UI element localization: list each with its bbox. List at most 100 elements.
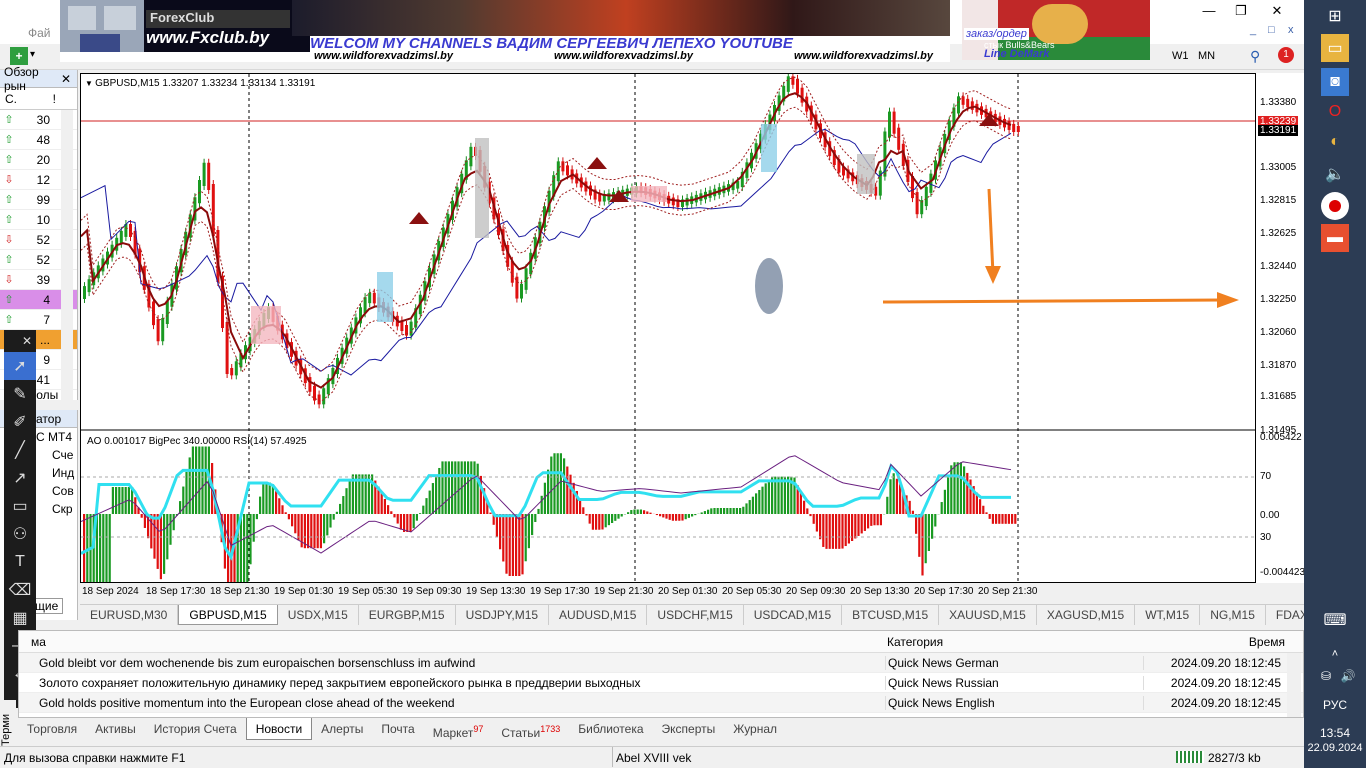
ao-bar (873, 514, 876, 526)
news-row[interactable]: Gold bleibt vor dem wochenende bis zum e… (19, 653, 1303, 673)
pencil-icon[interactable]: ✎ (4, 380, 36, 408)
ao-bar (863, 514, 866, 531)
navigator-item[interactable]: Инд (52, 464, 77, 482)
chart-header-text: GBPUSD,M15 1.33207 1.33234 1.33134 1.331… (95, 78, 316, 89)
menu-file[interactable]: Фай (28, 26, 51, 40)
col-category[interactable]: Категория (885, 635, 1155, 649)
ao-bar (815, 514, 818, 532)
close-icon[interactable]: ✕ (61, 72, 71, 86)
text-icon[interactable]: T (4, 548, 36, 576)
symbol-tab[interactable]: XAGUSD,M15 (1037, 605, 1136, 625)
symbol-tab[interactable]: EURGBP,M15 (359, 605, 456, 625)
keyboard-icon[interactable]: ⌨ (1321, 606, 1349, 634)
terminal-tab[interactable]: Журнал (724, 718, 786, 740)
tf-mn-button[interactable]: MN (1198, 50, 1215, 62)
windows-start-icon[interactable]: ⊞ (1321, 2, 1349, 30)
symbol-tab[interactable]: BTCUSD,M15 (842, 605, 940, 625)
news-subject: Золото сохраняет положительную динамику … (39, 675, 641, 690)
symbol-tab[interactable]: USDX,M15 (278, 605, 359, 625)
symbol-tab[interactable]: USDCHF,M15 (647, 605, 744, 625)
ao-bar (940, 502, 943, 514)
clock-date[interactable]: 22.09.2024 (1304, 742, 1366, 754)
tf-w1-button[interactable]: W1 (1172, 50, 1189, 62)
market-watch-scrollbar[interactable] (61, 110, 73, 400)
ao-bar (655, 514, 658, 516)
folder-icon[interactable]: ▭ (1321, 34, 1349, 62)
volume-icon[interactable]: 🔊 (1334, 662, 1362, 690)
terminal-tab[interactable]: Эксперты (653, 718, 725, 740)
app-red-icon[interactable]: ▬ (1321, 224, 1349, 252)
alerts-badge[interactable]: 1 (1278, 47, 1294, 63)
ao-bar (563, 458, 566, 514)
terminal-tab[interactable]: Активы (86, 718, 145, 740)
col-time[interactable]: Время (1155, 635, 1285, 649)
symbol-tab[interactable]: XAUUSD,M15 (939, 605, 1037, 625)
news-subject: Gold bleibt vor dem wochenende bis zum e… (39, 655, 476, 670)
terminal-tab[interactable]: Торговля (18, 718, 86, 740)
news-scrollbar[interactable] (1287, 653, 1301, 717)
candle-body (924, 186, 928, 207)
terminal-tab[interactable]: Алерты (312, 718, 372, 740)
news-row[interactable]: Gold holds positive momentum into the Eu… (19, 693, 1303, 713)
app-icon[interactable]: ◙ (1321, 68, 1349, 96)
ao-bar (201, 446, 204, 514)
terminal-tab[interactable]: Библиотека (569, 718, 652, 740)
terminal-tab[interactable]: Маркет97 (424, 718, 493, 740)
symbol-tab[interactable]: WT,M15 (1135, 605, 1201, 625)
inner-maximize-button[interactable]: □ (1268, 24, 1275, 36)
arrow-head-icon (985, 266, 1001, 284)
banner-ad[interactable]: ForexClub www.Fxclub.by WELCOM MY CHANNE… (60, 0, 950, 62)
checker-icon[interactable]: ▦ (4, 604, 36, 632)
time-tick-label: 19 Sep 13:30 (466, 586, 526, 597)
new-order-icon[interactable]: + (10, 47, 28, 65)
symbol-tab[interactable]: USDJPY,M15 (456, 605, 550, 625)
speaker-icon[interactable]: 🔈 (1321, 160, 1349, 188)
restore-button[interactable]: ❐ (1226, 2, 1256, 20)
paint-icon[interactable]: ◐ (1321, 128, 1349, 156)
clock-time[interactable]: 13:54 (1304, 726, 1366, 740)
cursor-icon[interactable]: ➚ (4, 352, 36, 380)
ao-bar (764, 483, 767, 514)
drawn-arrow-down (987, 188, 995, 275)
row-value: 48 (36, 132, 50, 147)
chart-area[interactable]: ▼ GBPUSD,M15 1.33207 1.33234 1.33134 1.3… (80, 72, 1256, 584)
price-chart[interactable] (80, 72, 1255, 584)
shapes-icon[interactable]: ⚇ (4, 520, 36, 548)
terminal-tab[interactable]: Почта (372, 718, 423, 740)
record-icon[interactable] (1321, 192, 1349, 220)
inner-close-button[interactable]: x (1288, 24, 1294, 36)
terminal-tab[interactable]: Статьи1733 (492, 718, 569, 740)
col-value[interactable]: ! (22, 92, 56, 106)
symbol-tab[interactable]: GBPUSD,M15 (178, 605, 278, 625)
marker-icon[interactable]: ✐ (4, 408, 36, 436)
terminal-tab[interactable]: История Счета (145, 718, 246, 740)
col-subject[interactable]: ма (19, 635, 885, 649)
navigator-item[interactable]: Сче (52, 446, 77, 464)
symbol-tab[interactable]: AUDUSD,M15 (549, 605, 648, 625)
minimize-button[interactable]: — (1194, 2, 1224, 20)
row-value: 7 (43, 312, 50, 327)
news-row[interactable]: Золото сохраняет положительную динамику … (19, 673, 1303, 693)
close-icon[interactable]: ✕ (4, 330, 36, 352)
rectangle-icon[interactable]: ▭ (4, 492, 36, 520)
line-icon[interactable]: ╱ (4, 436, 36, 464)
navigator-item[interactable]: Скр (52, 500, 77, 518)
symbol-tab[interactable]: USDCAD,M15 (744, 605, 843, 625)
inner-minimize-button[interactable]: _ (1250, 24, 1256, 36)
terminal-tab[interactable]: Новости (245, 718, 313, 740)
language-indicator[interactable]: РУС (1304, 698, 1366, 712)
ao-bar (495, 514, 498, 538)
arrow-line-icon[interactable]: ↗ (4, 464, 36, 492)
ao-bar (636, 509, 639, 514)
symbol-tab[interactable]: NG,M15 (1200, 605, 1266, 625)
opera-icon[interactable]: O (1321, 98, 1349, 126)
ao-bar (953, 462, 956, 514)
col-symbol[interactable]: С. (0, 92, 22, 106)
dropdown-icon[interactable]: ▾ (30, 49, 35, 60)
ao-bar (553, 453, 556, 514)
search-icon[interactable]: ⚲ (1250, 48, 1260, 65)
close-button[interactable]: ✕ (1262, 2, 1292, 20)
symbol-tab[interactable]: EURUSD,M30 (80, 605, 179, 625)
eraser-icon[interactable]: ⌫ (4, 576, 36, 604)
navigator-item[interactable]: Сов (52, 482, 77, 500)
